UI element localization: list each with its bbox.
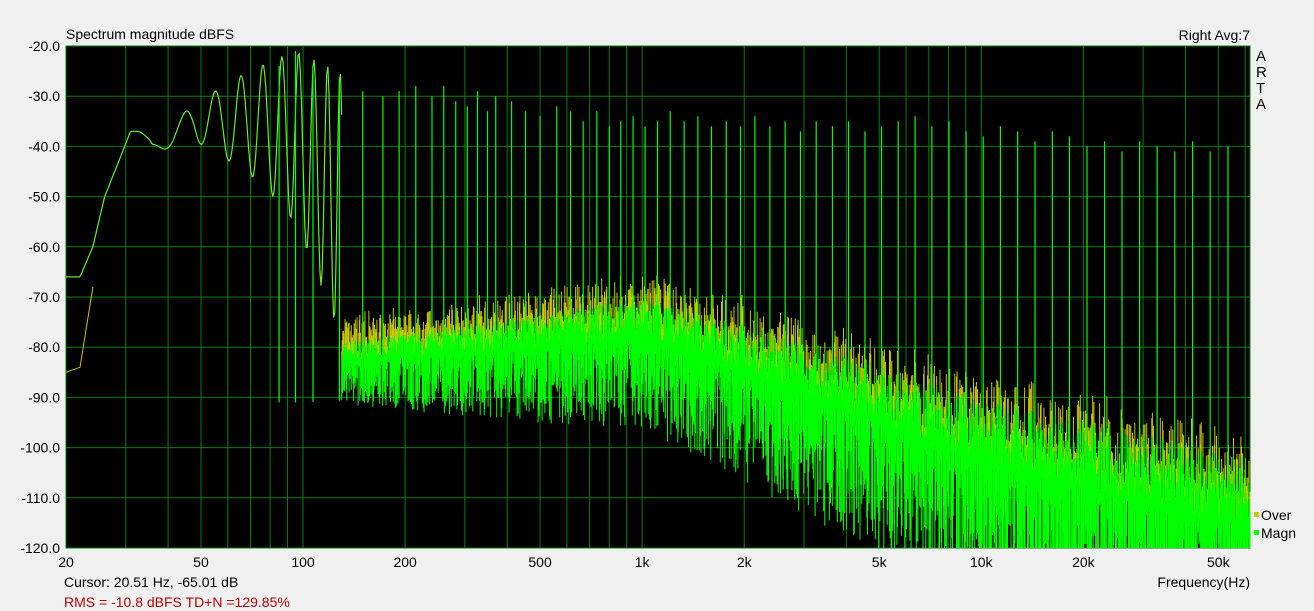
rms-tdn-readout: RMS = -10.8 dBFS TD+N =129.85% (64, 594, 290, 610)
logo-letter: R (1256, 64, 1267, 81)
x-axis-ticks: 20 50 100 200 500 1k 2k 5k 10k 20k 50k (58, 554, 1230, 570)
arta-logo: A R T A (1256, 48, 1267, 113)
y-tick-label: -100.0 (20, 440, 60, 456)
y-tick-label: -20.0 (28, 38, 60, 54)
x-tick-label: 5k (872, 554, 888, 570)
x-tick-label: 2k (737, 554, 753, 570)
legend: Over Magn (1254, 507, 1296, 541)
x-axis-label: Frequency(Hz) (1157, 574, 1250, 590)
legend-label-magn: Magn (1261, 525, 1296, 541)
channel-average-label: Right Avg:7 (1179, 27, 1251, 43)
x-tick-label: 50k (1207, 554, 1231, 570)
y-tick-label: -30.0 (28, 88, 60, 104)
y-tick-label: -90.0 (28, 389, 60, 405)
cursor-readout: Cursor: 20.51 Hz, -65.01 dB (64, 574, 238, 590)
y-tick-label: -110.0 (21, 490, 60, 506)
y-tick-label: -70.0 (28, 289, 60, 305)
x-tick-label: 50 (193, 554, 209, 570)
x-tick-label: 500 (528, 554, 552, 570)
x-tick-label: 20 (58, 554, 74, 570)
x-tick-label: 10k (970, 554, 994, 570)
y-tick-label: -120.0 (20, 540, 60, 556)
x-tick-label: 20k (1072, 554, 1096, 570)
y-tick-label: -40.0 (28, 138, 60, 154)
logo-letter: A (1256, 96, 1266, 113)
chart-title: Spectrum magnitude dBFS (66, 26, 234, 42)
legend-swatch-over (1254, 512, 1259, 517)
x-tick-label: 200 (393, 554, 417, 570)
legend-swatch-magn (1254, 530, 1259, 535)
spectrum-chart: -20.0 -30.0 -40.0 -50.0 -60.0 -70.0 -80.0 -90.0… (20, 26, 1296, 610)
logo-letter: T (1256, 80, 1265, 97)
x-tick-label: 1k (635, 554, 651, 570)
y-tick-label: -60.0 (28, 239, 60, 255)
x-tick-label: 100 (291, 554, 315, 570)
logo-letter: A (1256, 48, 1266, 65)
y-tick-label: -50.0 (28, 189, 60, 205)
y-axis-ticks: -20.0 -30.0 -40.0 -50.0 -60.0 -70.0 -80.0 -90.0… (20, 38, 60, 556)
legend-label-over: Over (1261, 507, 1292, 523)
y-tick-label: -80.0 (28, 339, 60, 355)
